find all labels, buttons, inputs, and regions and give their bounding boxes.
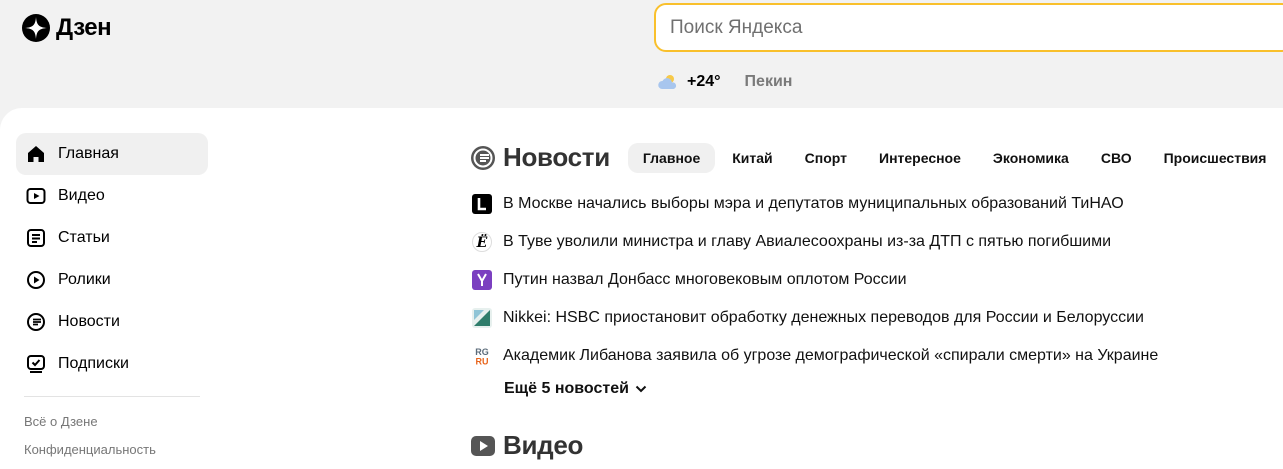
tab-main[interactable]: Главное — [627, 142, 716, 173]
sidebar-item-label: Ролики — [58, 271, 111, 288]
video-icon — [25, 185, 47, 207]
tab-economy[interactable]: Экономика — [978, 143, 1084, 173]
news-headline: Nikkei: HSBC приостановит обработку дене… — [503, 309, 1144, 326]
article-icon — [25, 227, 47, 249]
video-section-header: Видео — [470, 430, 583, 461]
news-item[interactable]: Ё В Туве уволили министра и главу Авиале… — [472, 223, 1158, 261]
source-logo-icon: Ё — [472, 232, 492, 252]
source-logo-icon — [472, 308, 492, 328]
sidebar-divider — [24, 396, 200, 397]
news-headline: В Москве начались выборы мэра и депутато… — [503, 195, 1124, 212]
tab-svo[interactable]: СВО — [1086, 143, 1147, 173]
more-news-label: Ещё 5 новостей — [504, 380, 629, 397]
news-headline: Академик Либанова заявила об угрозе демо… — [503, 347, 1159, 364]
main-panel: Главная Видео Статьи Ролики Новости Подп… — [0, 108, 1283, 469]
sidebar-item-label: Статьи — [58, 229, 110, 246]
dzen-logo[interactable]: Дзен — [22, 14, 112, 42]
tab-china[interactable]: Китай — [717, 143, 787, 173]
news-section-icon — [471, 145, 495, 170]
video-section-icon — [471, 435, 495, 456]
news-headline: В Туве уволили министра и главу Авиалесо… — [503, 233, 1112, 250]
video-section-title[interactable]: Видео — [503, 430, 583, 461]
sidebar-item-label: Подписки — [58, 355, 129, 372]
weather-widget[interactable]: +24° Пекин — [657, 70, 792, 94]
sidebar-item-label: Видео — [58, 187, 105, 204]
sidebar-item-home[interactable]: Главная — [16, 133, 208, 175]
sidebar-item-video[interactable]: Видео — [16, 175, 208, 217]
news-tabs: Главное Китай Спорт Интересное Экономика… — [627, 142, 1283, 173]
news-list: В Москве начались выборы мэра и депутато… — [472, 185, 1158, 375]
news-headline: Путин назвал Донбасс многовековым оплото… — [503, 271, 907, 288]
news-icon — [25, 311, 47, 333]
source-logo-icon: RG RU — [472, 346, 492, 366]
news-item[interactable]: В Москве начались выборы мэра и депутато… — [472, 185, 1158, 223]
tab-sport[interactable]: Спорт — [790, 143, 862, 173]
weather-temperature: +24° — [687, 73, 721, 90]
news-item[interactable]: RG RU Академик Либанова заявила об угрозе… — [472, 337, 1158, 375]
cloud-icon — [658, 75, 677, 89]
tab-interesting[interactable]: Интересное — [864, 143, 976, 173]
sidebar-item-news[interactable]: Новости — [16, 301, 208, 343]
more-news-button[interactable]: Ещё 5 новостей — [504, 380, 647, 398]
about-dzen-link[interactable]: Всё о Дзене — [24, 414, 98, 429]
search-input[interactable] — [670, 16, 1283, 39]
chevron-down-icon — [635, 385, 647, 393]
source-logo-icon — [472, 270, 492, 290]
tab-incidents[interactable]: Происшествия — [1149, 143, 1282, 173]
sidebar-item-subscriptions[interactable]: Подписки — [16, 343, 208, 385]
dzen-logo-icon — [22, 14, 50, 42]
sidebar-item-label: Новости — [58, 313, 120, 330]
news-section-header: Новости Главное Китай Спорт Интересное Э… — [470, 142, 1283, 173]
sidebar-item-articles[interactable]: Статьи — [16, 217, 208, 259]
news-item[interactable]: Путин назвал Донбасс многовековым оплото… — [472, 261, 1158, 299]
sidebar-item-clips[interactable]: Ролики — [16, 259, 208, 301]
home-icon — [25, 143, 47, 165]
source-logo-icon — [472, 194, 492, 214]
svg-text:RG: RG — [475, 347, 489, 357]
svg-text:RU: RU — [476, 357, 489, 367]
news-item[interactable]: Nikkei: HSBC приостановит обработку дене… — [472, 299, 1158, 337]
brand-name: Дзен — [56, 14, 112, 41]
weather-city[interactable]: Пекин — [745, 73, 793, 91]
search-box[interactable] — [654, 3, 1283, 52]
news-section-title[interactable]: Новости — [503, 142, 610, 173]
svg-text:Ё: Ё — [476, 233, 488, 251]
clips-icon — [25, 269, 47, 291]
privacy-link[interactable]: Конфиденциальность — [24, 442, 156, 457]
sidebar-nav: Главная Видео Статьи Ролики Новости Подп… — [16, 133, 208, 385]
sidebar-item-label: Главная — [58, 145, 119, 162]
subscriptions-icon — [25, 353, 47, 375]
